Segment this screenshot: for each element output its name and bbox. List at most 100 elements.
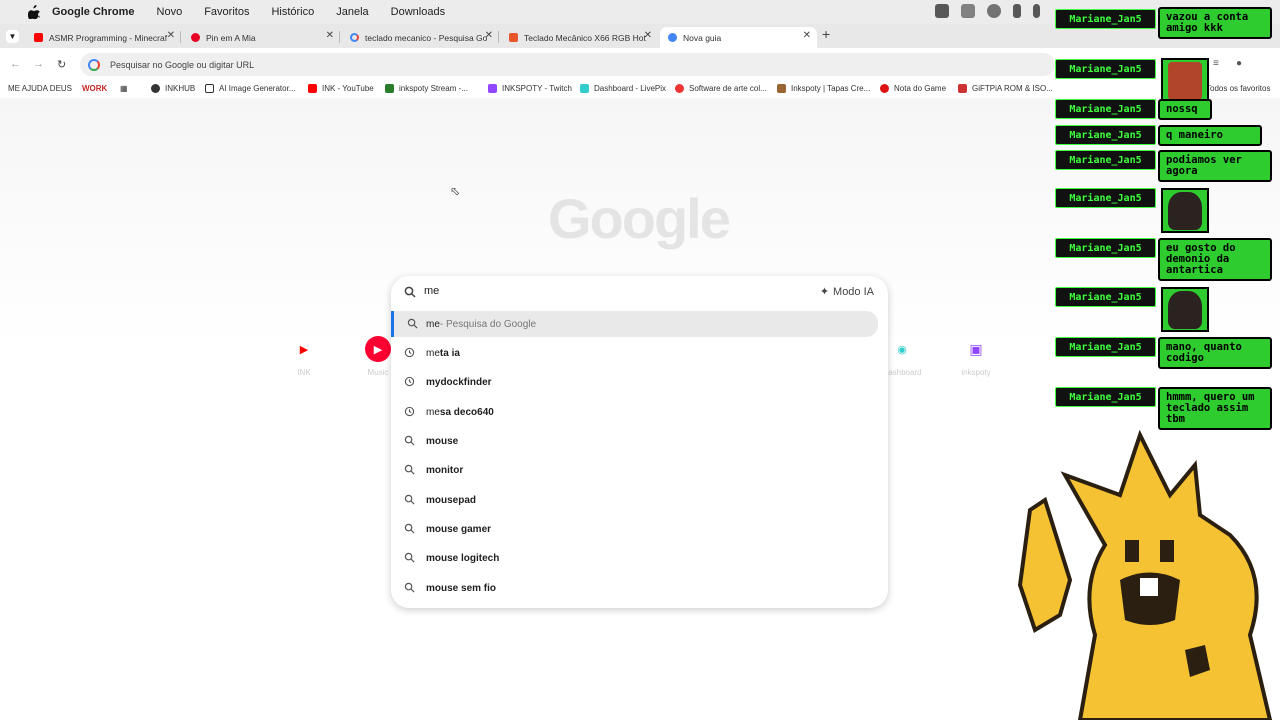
suggestion-item[interactable]: me - Pesquisa do Google xyxy=(391,311,878,337)
apple-icon[interactable] xyxy=(28,5,40,19)
suggestion-item[interactable]: mouse sem fio xyxy=(391,575,878,601)
bookmark-label: Software de arte col... xyxy=(689,84,767,93)
suggestion-item[interactable]: mouse xyxy=(391,428,878,454)
close-icon[interactable]: ✕ xyxy=(167,30,175,41)
menu-historico[interactable]: Histórico xyxy=(271,6,314,18)
suggestion-completion: mouse sem fio xyxy=(426,582,497,594)
menu-downloads[interactable]: Downloads xyxy=(391,6,445,18)
back-arrow-icon[interactable]: ← xyxy=(10,58,21,70)
rom-icon xyxy=(958,84,967,93)
new-tab-plus-icon[interactable]: + xyxy=(822,26,830,42)
address-bar-placeholder: Pesquisar no Google ou digitar URL xyxy=(110,59,255,70)
tab-list-chevron-icon[interactable]: ▼ xyxy=(6,30,19,43)
menu-novo[interactable]: Novo xyxy=(157,6,183,18)
search-input[interactable] xyxy=(424,285,804,297)
mic-icon[interactable] xyxy=(1033,4,1040,18)
shortcut-inkspoty[interactable]: ▣ inkspoty xyxy=(956,336,996,378)
search-icon xyxy=(404,552,415,563)
bookmark-folder-work[interactable]: WORK xyxy=(82,84,107,93)
extension-icon[interactable]: ● xyxy=(1236,58,1242,69)
chat-username: Mariane_Jan5 xyxy=(1055,188,1156,208)
pinterest-favicon-icon xyxy=(191,33,200,42)
bookmark-inkspoty-stream[interactable]: inkspoty Stream -... xyxy=(385,84,468,93)
reload-icon[interactable]: ↻ xyxy=(57,58,66,71)
suggestion-item[interactable]: mouse gamer xyxy=(391,516,878,542)
apps-grid-icon[interactable]: ▦ xyxy=(120,84,128,93)
suggestion-completion: mouse xyxy=(426,435,459,447)
bookmark-livepix[interactable]: Dashboard - LivePix xyxy=(580,84,666,93)
emote-face-icon xyxy=(1168,61,1202,100)
suggestion-item[interactable]: me ta ia xyxy=(391,340,878,366)
twitch-icon: ▣ xyxy=(969,340,983,357)
address-bar[interactable]: Pesquisar no Google ou digitar URL xyxy=(80,53,1055,76)
mouse-cursor-icon: ⬁ xyxy=(450,184,461,198)
menu-app-name[interactable]: Google Chrome xyxy=(52,6,135,18)
close-icon[interactable]: ✕ xyxy=(803,30,811,41)
close-icon[interactable]: ✕ xyxy=(485,30,493,41)
suggestion-typed-text: me xyxy=(426,318,440,330)
livepix-icon: ◉ xyxy=(897,343,907,356)
bookmark-label: INK - YouTube xyxy=(322,84,374,93)
bookmark-todos-favoritos[interactable]: Todos os favoritos xyxy=(1206,84,1270,93)
store-favicon-icon xyxy=(509,33,518,42)
bookmark-inkhub[interactable]: INKHUB xyxy=(151,84,195,93)
livepix-icon xyxy=(580,84,589,93)
shortcut-label: inkspoty xyxy=(961,368,991,377)
ai-mode-button[interactable]: ✦ Modo IA xyxy=(820,285,874,299)
chrome-favicon-icon xyxy=(668,33,677,42)
suggestion-item[interactable]: monitor xyxy=(391,457,878,483)
tab-divider xyxy=(339,31,340,43)
bookmark-label: inkspoty Stream -... xyxy=(399,84,468,93)
menu-janela[interactable]: Janela xyxy=(336,6,368,18)
suggestion-completion: ta ia xyxy=(439,347,460,359)
bookmark-label: GiFTPiA ROM & ISO... xyxy=(972,84,1053,93)
tab-teclado-product[interactable]: Teclado Mecânico X66 RGB Hot ✕ xyxy=(501,27,658,48)
chat-message: podiamos ver agora xyxy=(1158,150,1272,182)
streamer-avatar-character xyxy=(1017,429,1273,720)
moon-icon[interactable] xyxy=(987,4,1001,18)
history-clock-icon xyxy=(404,376,415,387)
tab-teclado-search[interactable]: teclado mecanico - Pesquisa Go ✕ xyxy=(342,27,499,48)
tab-pin[interactable]: Pin em A Mia ✕ xyxy=(183,27,340,48)
bookmark-tapas[interactable]: Inkspoty | Tapas Cre... xyxy=(777,84,870,93)
shortcut-dashboard[interactable]: ◉ Dashboard xyxy=(882,336,922,378)
chat-username: Mariane_Jan5 xyxy=(1055,150,1156,170)
suggestion-completion: mouse logitech xyxy=(426,552,500,564)
suggestion-item[interactable]: mydockfinder xyxy=(391,369,878,395)
close-icon[interactable]: ✕ xyxy=(326,30,334,41)
forward-arrow-icon[interactable]: → xyxy=(33,58,44,70)
shortcut-ink[interactable]: ▶ INK xyxy=(284,336,324,378)
suggestion-completion: mydockfinder xyxy=(426,376,492,388)
menu-favoritos[interactable]: Favoritos xyxy=(204,6,249,18)
bookmark-software-arte[interactable]: Software de arte col... xyxy=(675,84,767,93)
suggestion-typed-text: me xyxy=(426,406,440,418)
battery-icon[interactable] xyxy=(1013,4,1021,18)
screen-icon[interactable] xyxy=(935,4,949,18)
chat-username: Mariane_Jan5 xyxy=(1055,99,1156,119)
suggestion-item[interactable]: mousepad xyxy=(391,487,878,513)
bookmark-nota-do-game[interactable]: Nota do Game xyxy=(880,84,946,93)
tab-divider xyxy=(180,31,181,43)
ai-generator-icon xyxy=(205,84,214,93)
suggestion-completion: mousepad xyxy=(426,494,477,506)
bookmark-ink-youtube[interactable]: INK - YouTube xyxy=(308,84,374,93)
close-icon[interactable]: ✕ xyxy=(644,30,652,41)
bookmark-folder-me-ajuda[interactable]: ME AJUDA DEUS xyxy=(8,84,72,93)
tab-asmr[interactable]: ASMR Programming - Minecraf ✕ xyxy=(26,27,181,48)
suggestion-item[interactable]: me sa deco640 xyxy=(391,399,878,425)
bookmark-twitch[interactable]: INKSPOTY - Twitch xyxy=(488,84,572,93)
tab-search-icon[interactable]: ≡ xyxy=(1213,58,1219,69)
window-icon[interactable] xyxy=(961,4,975,18)
bookmark-giftpia[interactable]: GiFTPiA ROM & ISO... xyxy=(958,84,1053,93)
tab-title: Nova guia xyxy=(683,32,722,43)
suggestion-item[interactable]: mouse logitech xyxy=(391,545,878,571)
bookmark-ai-image[interactable]: AI Image Generator... xyxy=(205,84,295,93)
suggestion-completion: mouse gamer xyxy=(426,523,492,535)
google-logo: Google xyxy=(548,187,731,250)
tab-nova-guia[interactable]: Nova guia ✕ xyxy=(660,27,817,48)
history-clock-icon xyxy=(404,406,415,417)
bookmark-label: INKHUB xyxy=(165,84,196,93)
search-icon xyxy=(404,523,415,534)
music-icon: ▶ xyxy=(365,336,391,362)
chat-message: eu gosto do demonio da antartica xyxy=(1158,238,1272,281)
